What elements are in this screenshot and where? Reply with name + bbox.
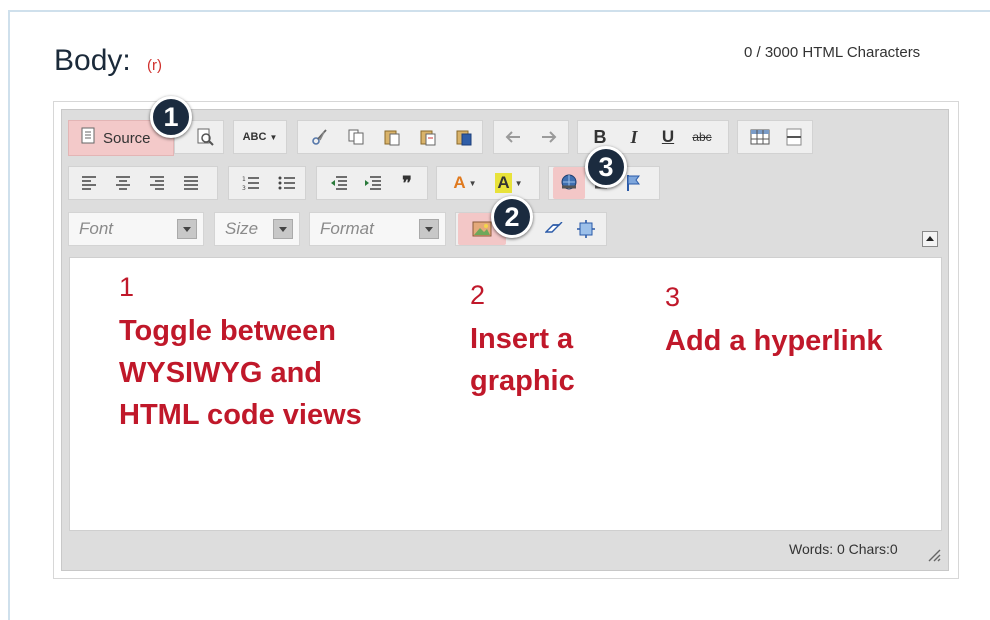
annotation-line: HTML code views bbox=[119, 399, 362, 431]
text-color-glyph: A bbox=[453, 173, 466, 192]
char-counter: 0 / 3000 HTML Characters bbox=[744, 44, 921, 61]
bg-color-glyph: A bbox=[495, 173, 512, 193]
annotation-line: Add a hyperlink bbox=[665, 325, 883, 357]
spellcheck-glyph: ABC bbox=[242, 131, 267, 143]
outdent-icon[interactable] bbox=[325, 169, 353, 197]
annotation-2: 2 Insert a graphic bbox=[470, 278, 575, 402]
blockquote-icon[interactable]: ❞ bbox=[393, 169, 421, 197]
source-icon bbox=[81, 127, 95, 149]
eraser-icon[interactable] bbox=[540, 215, 568, 243]
source-label: Source bbox=[103, 129, 151, 147]
table-icon[interactable] bbox=[746, 123, 774, 151]
numbered-list-icon[interactable]: 13 bbox=[237, 169, 265, 197]
align-left-icon[interactable] bbox=[75, 169, 103, 197]
toolbar-group-history bbox=[493, 120, 569, 154]
svg-text:3: 3 bbox=[242, 185, 246, 191]
spellcheck-icon[interactable]: ABC ▼ bbox=[238, 123, 282, 151]
chevron-down-icon bbox=[419, 219, 439, 239]
size-select[interactable]: Size bbox=[214, 212, 300, 246]
redo-icon[interactable] bbox=[534, 123, 562, 151]
text-color-icon[interactable]: A ▼ bbox=[445, 169, 485, 197]
annotation-1: 1 Toggle between WYSIWYG and HTML code v… bbox=[119, 270, 362, 436]
link-icon[interactable] bbox=[553, 167, 585, 199]
annotation-line: WYSIWYG and bbox=[119, 357, 322, 389]
paste-word-icon[interactable] bbox=[450, 123, 478, 151]
justify-icon[interactable] bbox=[177, 169, 205, 197]
italic-icon[interactable]: I bbox=[620, 123, 648, 151]
undo-icon[interactable] bbox=[500, 123, 528, 151]
callout-badge-1: 1 bbox=[150, 96, 192, 138]
word-count-status: Words: 0 Chars:0 bbox=[789, 541, 898, 557]
annotation-number: 1 bbox=[119, 272, 135, 302]
copy-icon[interactable] bbox=[342, 123, 370, 151]
toolbar-group-align bbox=[68, 166, 218, 200]
annotation-line: Insert a bbox=[470, 323, 574, 355]
dropdown-arrow-icon: ▼ bbox=[514, 178, 523, 188]
cut-icon[interactable] bbox=[306, 123, 334, 151]
annotation-number: 2 bbox=[470, 280, 486, 310]
resize-handle-icon[interactable] bbox=[925, 546, 941, 562]
paste-text-icon[interactable] bbox=[414, 123, 442, 151]
chevron-down-icon bbox=[177, 219, 197, 239]
annotation-3: 3 Add a hyperlink bbox=[665, 280, 883, 362]
toolbar-group-spellcheck: ABC ▼ bbox=[233, 120, 287, 154]
indent-icon[interactable] bbox=[359, 169, 387, 197]
toolbar-group-colors: A ▼ A ▼ bbox=[436, 166, 540, 200]
format-select[interactable]: Format bbox=[309, 212, 446, 246]
collapse-toolbar-button[interactable] bbox=[922, 231, 938, 247]
underline-icon[interactable]: U bbox=[654, 123, 682, 151]
maximize-icon[interactable] bbox=[572, 215, 600, 243]
svg-text:1: 1 bbox=[242, 176, 246, 183]
dropdown-arrow-icon: ▼ bbox=[269, 132, 278, 142]
font-select[interactable]: Font bbox=[68, 212, 204, 246]
paste-icon[interactable] bbox=[378, 123, 406, 151]
font-select-value: Font bbox=[79, 219, 114, 238]
chevron-down-icon bbox=[273, 219, 293, 239]
horizontal-rule-icon[interactable] bbox=[780, 123, 808, 151]
toolbar-group-indent: ❞ bbox=[316, 166, 428, 200]
required-marker: (r) bbox=[147, 57, 162, 74]
align-center-icon[interactable] bbox=[109, 169, 137, 197]
annotation-line: graphic bbox=[470, 365, 575, 397]
strikethrough-icon[interactable]: abc bbox=[688, 123, 716, 151]
toolbar-group-clipboard bbox=[297, 120, 483, 154]
annotation-number: 3 bbox=[665, 282, 681, 312]
format-select-value: Format bbox=[320, 219, 374, 238]
toolbar-group-insert bbox=[737, 120, 813, 154]
bulleted-list-icon[interactable] bbox=[273, 169, 301, 197]
callout-badge-3: 3 bbox=[585, 146, 627, 188]
background-color-icon[interactable]: A ▼ bbox=[489, 169, 529, 197]
preview-icon[interactable] bbox=[191, 123, 219, 151]
toolbar-group-lists: 13 bbox=[228, 166, 306, 200]
size-select-value: Size bbox=[225, 219, 259, 238]
callout-badge-2: 2 bbox=[491, 196, 533, 238]
align-right-icon[interactable] bbox=[143, 169, 171, 197]
dropdown-arrow-icon: ▼ bbox=[468, 178, 477, 188]
annotation-line: Toggle between bbox=[119, 315, 336, 347]
field-label: Body: bbox=[54, 44, 131, 77]
